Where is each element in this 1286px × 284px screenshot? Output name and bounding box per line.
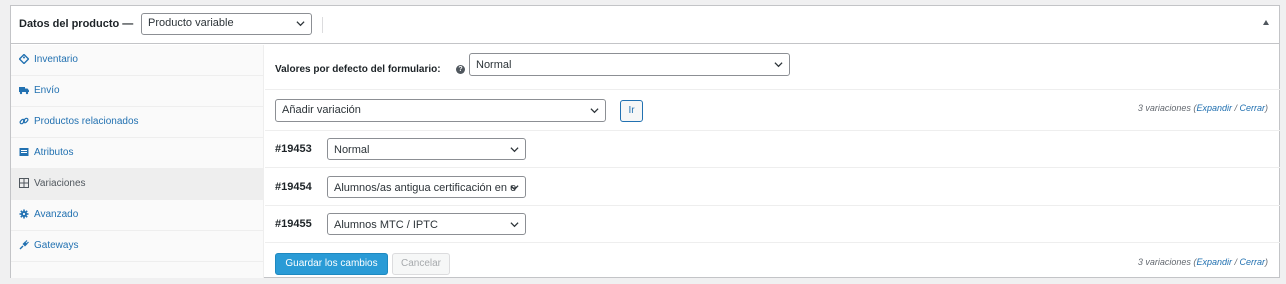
variation-attribute-select[interactable]: Alumnos/as antigua certificación en e <box>327 176 526 198</box>
close-link[interactable]: Cerrar <box>1239 103 1265 113</box>
default-attribute-value: Normal <box>476 59 512 71</box>
tab-avanzado[interactable]: Avanzado <box>11 200 264 231</box>
link-icon <box>19 117 29 125</box>
tab-label: Gateways <box>34 240 79 251</box>
tab-label: Inventario <box>34 54 78 65</box>
collapse-toggle-icon[interactable] <box>1263 20 1269 25</box>
variation-attribute-value: Alumnos/as antigua certificación en e <box>334 182 517 194</box>
save-label: Guardar los cambios <box>285 258 378 269</box>
variations-panel: Valores por defecto del formulario: ? No… <box>265 45 1280 278</box>
divider <box>265 205 1280 206</box>
product-type-value: Producto variable <box>148 17 234 29</box>
product-data-tabs: Inventario Envío Productos relacionados … <box>11 45 264 278</box>
variation-id: #19453 <box>275 143 312 155</box>
panel-title-text: Datos del producto <box>19 18 120 30</box>
truck-icon <box>19 87 29 95</box>
save-changes-button[interactable]: Guardar los cambios <box>275 253 388 275</box>
divider <box>265 167 1280 168</box>
cancel-label: Cancelar <box>400 258 442 269</box>
count-end: ) <box>1265 257 1268 267</box>
tab-gateways[interactable]: Gateways <box>11 231 264 262</box>
tab-productos-relacionados[interactable]: Productos relacionados <box>11 107 264 138</box>
help-glyph: ? <box>458 66 463 73</box>
add-variation-value: Añadir variación <box>282 104 361 116</box>
tab-label: Productos relacionados <box>34 116 139 127</box>
count-text: 3 variaciones ( <box>1137 257 1197 267</box>
variation-attribute-value: Normal <box>334 144 370 156</box>
panel-title: Datos del producto — <box>19 18 133 30</box>
chevron-down-icon <box>510 185 519 191</box>
defaults-label: Valores por defecto del formulario: <box>275 64 441 75</box>
tab-envio[interactable]: Envío <box>11 76 264 107</box>
go-button-label: Ir <box>628 105 635 116</box>
plug-icon <box>19 240 29 250</box>
variation-attribute-value: Alumnos MTC / IPTC <box>334 219 438 231</box>
list-icon <box>19 148 29 156</box>
variation-attribute-select[interactable]: Normal <box>327 138 526 160</box>
tab-inventario[interactable]: Inventario <box>11 45 264 76</box>
expand-link[interactable]: Expandir <box>1196 103 1232 113</box>
chevron-down-icon <box>590 108 599 114</box>
chevron-down-icon <box>510 222 519 228</box>
close-link[interactable]: Cerrar <box>1239 257 1265 267</box>
divider <box>265 89 1280 90</box>
variation-id: #19455 <box>275 218 312 230</box>
tag-icon <box>19 54 29 64</box>
tab-atributos[interactable]: Atributos <box>11 138 264 169</box>
gear-icon <box>19 209 29 219</box>
default-attribute-select[interactable]: Normal <box>469 53 790 76</box>
divider <box>265 242 1280 243</box>
tab-variaciones[interactable]: Variaciones <box>11 169 264 200</box>
chevron-down-icon <box>510 147 519 153</box>
variations-count-bottom: 3 variaciones (Expandir / Cerrar) <box>1138 257 1268 267</box>
grid-icon <box>19 178 29 188</box>
product-data-panel: Datos del producto — Producto variable I… <box>10 5 1280 278</box>
variation-id: #19454 <box>275 181 312 193</box>
tab-label: Atributos <box>34 147 74 158</box>
variations-count-top: 3 variaciones (Expandir / Cerrar) <box>1138 103 1268 113</box>
header-separator <box>322 17 323 33</box>
tab-label: Envío <box>34 85 60 96</box>
product-type-select[interactable]: Producto variable <box>141 13 312 35</box>
variation-attribute-select[interactable]: Alumnos MTC / IPTC <box>327 213 526 235</box>
divider <box>265 130 1280 131</box>
count-text: 3 variaciones ( <box>1137 103 1197 113</box>
cancel-button[interactable]: Cancelar <box>392 253 450 275</box>
count-end: ) <box>1265 103 1268 113</box>
tab-label: Avanzado <box>34 209 79 220</box>
tab-label: Variaciones <box>34 178 86 189</box>
expand-link[interactable]: Expandir <box>1196 257 1232 267</box>
panel-header: Datos del producto — Producto variable <box>11 6 1279 44</box>
title-dash: — <box>122 18 134 30</box>
chevron-down-icon <box>296 21 305 27</box>
help-icon[interactable]: ? <box>456 65 465 74</box>
go-button[interactable]: Ir <box>620 100 643 122</box>
chevron-down-icon <box>774 62 783 68</box>
add-variation-select[interactable]: Añadir variación <box>275 99 606 122</box>
